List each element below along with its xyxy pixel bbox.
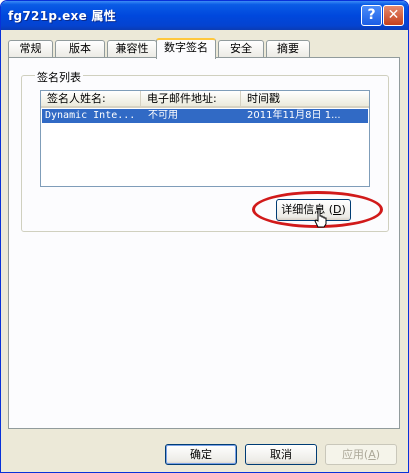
tab-summary[interactable]: 摘要 bbox=[266, 40, 310, 57]
apply-accel-suffix: ) bbox=[375, 448, 381, 461]
signature-list[interactable]: 签名人姓名: 电子邮件地址: 时间戳 Dynamic Inte... 不可用 2… bbox=[40, 90, 370, 187]
ok-button[interactable]: 确定 bbox=[165, 444, 237, 465]
apply-accel-key: A bbox=[368, 448, 376, 461]
apply-label: 应用( bbox=[341, 448, 369, 461]
timestamp: 2011年11月8日 1... bbox=[247, 110, 341, 121]
signature-list-label: 签名列表 bbox=[35, 69, 83, 85]
help-button[interactable]: ? bbox=[361, 5, 382, 26]
apply-button[interactable]: 应用(A) bbox=[325, 444, 397, 465]
title-bar[interactable]: fg721p.exe 属性 ? ✕ bbox=[1, 1, 408, 30]
close-icon: ✕ bbox=[387, 7, 400, 23]
tab-digital-signatures[interactable]: 数字签名 bbox=[156, 38, 216, 59]
properties-window: fg721p.exe 属性 ? ✕ 常规 版本 兼容性 数字签名 安全 摘要 签… bbox=[0, 0, 409, 473]
tab-version[interactable]: 版本 bbox=[55, 40, 105, 57]
tab-general[interactable]: 常规 bbox=[8, 40, 53, 57]
tab-security[interactable]: 安全 bbox=[218, 40, 264, 57]
close-button[interactable]: ✕ bbox=[383, 5, 404, 26]
column-header-email[interactable]: 电子邮件地址: bbox=[141, 91, 241, 108]
window-title: fg721p.exe 属性 bbox=[8, 9, 117, 23]
email-address: 不可用 bbox=[148, 110, 178, 121]
list-item[interactable]: Dynamic Inte... 不可用 2011年11月8日 1... bbox=[42, 109, 368, 123]
question-icon: ? bbox=[367, 7, 376, 23]
cancel-button[interactable]: 取消 bbox=[245, 444, 317, 465]
column-header-signer[interactable]: 签名人姓名: bbox=[41, 91, 141, 108]
signer-name: Dynamic Inte... bbox=[45, 110, 136, 121]
tab-compatibility[interactable]: 兼容性 bbox=[107, 40, 157, 57]
column-header-timestamp[interactable]: 时间戳 bbox=[241, 91, 369, 108]
hand-cursor-icon bbox=[314, 208, 327, 228]
